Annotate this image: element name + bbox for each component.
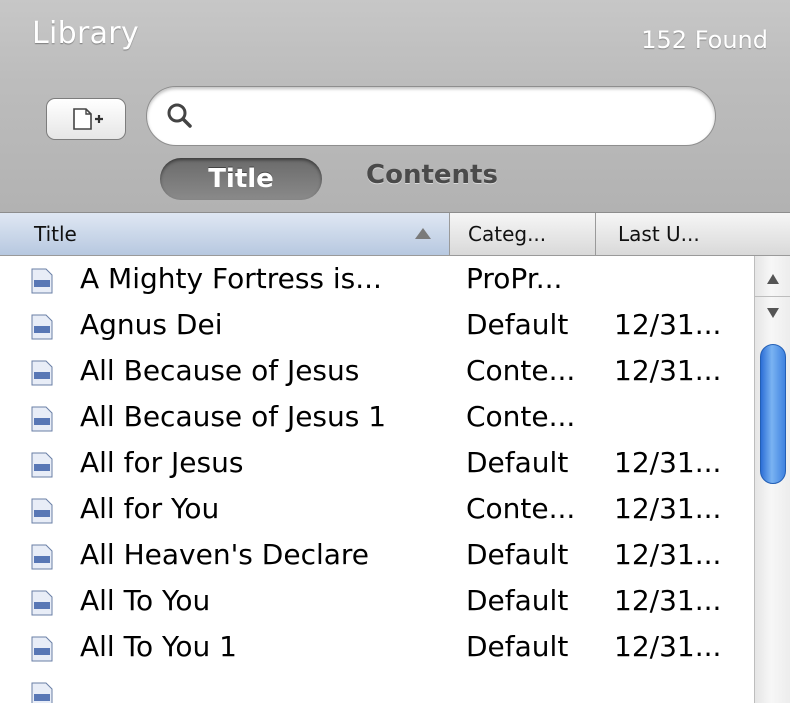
column-header-last-used-label: Last U...	[618, 222, 700, 246]
row-last-used: 12/31...	[614, 584, 722, 617]
song-file-icon	[31, 544, 53, 570]
song-file-icon	[31, 682, 53, 703]
library-panel: Library 152 Found Title Contents Title C…	[0, 0, 790, 703]
table-row[interactable]: A Mighty Fortress is... ProPr...	[0, 256, 754, 302]
found-count: 152 Found	[641, 26, 768, 54]
row-title: All Heaven's Declare	[80, 538, 370, 571]
column-header-title-label: Title	[34, 222, 77, 246]
row-last-used: 12/31...	[614, 446, 722, 479]
vertical-scrollbar[interactable]	[754, 256, 790, 703]
table-row[interactable]	[0, 670, 754, 703]
sort-ascending-icon	[415, 228, 431, 239]
table-row[interactable]: Agnus Dei Default 12/31...	[0, 302, 754, 348]
row-category: Default	[466, 630, 569, 663]
row-title: Agnus Dei	[80, 308, 223, 341]
column-header-last-used[interactable]: Last U...	[596, 213, 790, 255]
search-field[interactable]	[146, 86, 716, 146]
row-category: Default	[466, 538, 569, 571]
song-file-icon	[31, 314, 53, 340]
row-category: Conte...	[466, 400, 576, 433]
table-row[interactable]: All for You Conte... 12/31...	[0, 486, 754, 532]
row-title: All To You	[80, 584, 211, 617]
tab-contents-scope[interactable]: Contents	[366, 160, 498, 190]
row-title: All for You	[80, 492, 220, 525]
table-row[interactable]: All for Jesus Default 12/31...	[0, 440, 754, 486]
table-row[interactable]: All Heaven's Declare Default 12/31...	[0, 532, 754, 578]
scroll-up-arrow-icon[interactable]	[767, 274, 779, 284]
column-header-bar: Title Categ... Last U...	[0, 213, 790, 256]
scroll-arrow-divider	[755, 296, 790, 297]
song-file-icon	[31, 452, 53, 478]
table-row[interactable]: All Because of Jesus 1 Conte...	[0, 394, 754, 440]
table-row[interactable]: All Because of Jesus Conte... 12/31...	[0, 348, 754, 394]
search-input[interactable]	[203, 99, 697, 135]
song-file-icon	[31, 636, 53, 662]
song-file-icon	[31, 360, 53, 386]
table-row[interactable]: All To You 1 Default 12/31...	[0, 624, 754, 670]
row-category: Default	[466, 308, 569, 341]
row-title: All for Jesus	[80, 446, 244, 479]
row-category: ProPr...	[466, 262, 563, 295]
row-category: Conte...	[466, 354, 576, 387]
row-title: All Because of Jesus	[80, 354, 360, 387]
column-header-category-label: Categ...	[468, 222, 547, 246]
tab-title-scope[interactable]: Title	[160, 158, 322, 200]
song-file-icon	[31, 498, 53, 524]
row-title: All Because of Jesus 1	[80, 400, 387, 433]
table-row[interactable]: All To You Default 12/31...	[0, 578, 754, 624]
row-last-used: 12/31...	[614, 308, 722, 341]
column-header-category[interactable]: Categ...	[450, 213, 596, 255]
library-title: Library	[32, 16, 139, 51]
row-title: A Mighty Fortress is...	[80, 262, 382, 295]
row-last-used: 12/31...	[614, 538, 722, 571]
row-category: Default	[466, 446, 569, 479]
column-header-title[interactable]: Title	[0, 213, 450, 255]
row-category: Default	[466, 584, 569, 617]
new-document-icon	[73, 108, 103, 130]
library-header: Library 152 Found Title Contents	[0, 0, 790, 213]
song-file-icon	[31, 590, 53, 616]
song-file-icon	[31, 406, 53, 432]
song-file-icon	[31, 268, 53, 294]
row-last-used: 12/31...	[614, 492, 722, 525]
new-item-button[interactable]	[46, 98, 126, 140]
scrollbar-thumb[interactable]	[760, 344, 786, 484]
row-category: Conte...	[466, 492, 576, 525]
search-icon	[167, 103, 192, 128]
song-list: A Mighty Fortress is... ProPr... Agnus D…	[0, 256, 754, 703]
row-last-used: 12/31...	[614, 354, 722, 387]
row-title: All To You 1	[80, 630, 237, 663]
scroll-down-arrow-icon[interactable]	[767, 308, 779, 318]
row-last-used: 12/31...	[614, 630, 722, 663]
